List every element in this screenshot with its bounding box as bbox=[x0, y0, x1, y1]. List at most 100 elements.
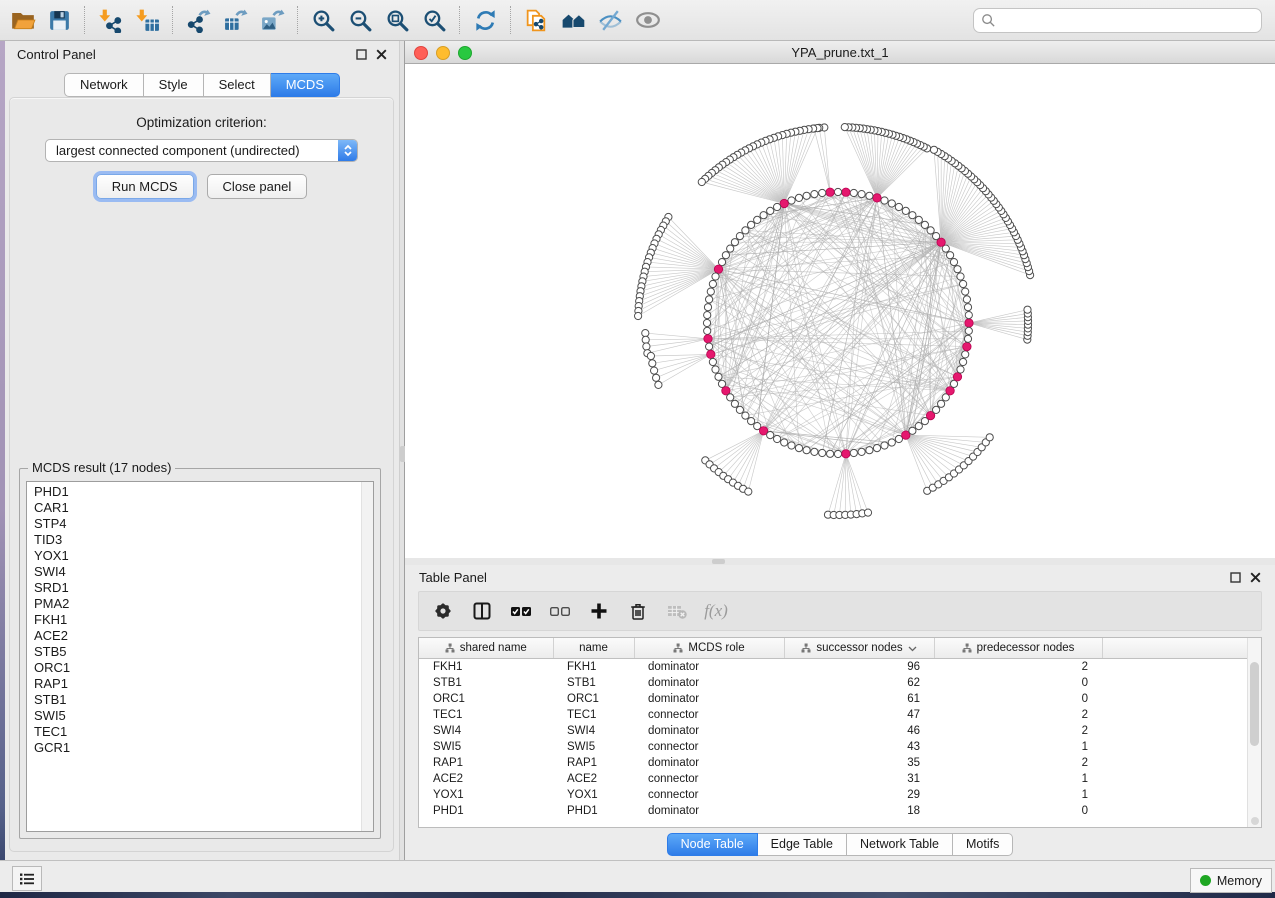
save-session-button[interactable] bbox=[41, 3, 78, 37]
column-header-shared-name[interactable]: shared name bbox=[419, 638, 553, 659]
table-row[interactable]: RAP1RAP1dominator352 bbox=[419, 755, 1249, 771]
tab-network[interactable]: Network bbox=[64, 73, 144, 97]
table-scrollbar-thumb[interactable] bbox=[1250, 662, 1259, 746]
table-row[interactable]: YOX1YOX1connector291 bbox=[419, 787, 1249, 803]
tab-mcds[interactable]: MCDS bbox=[271, 73, 340, 97]
close-panel-icon[interactable] bbox=[376, 49, 387, 60]
optimization-criterion-dropdown[interactable]: largest connected component (undirected) bbox=[45, 139, 358, 162]
open-session-button[interactable] bbox=[4, 3, 41, 37]
table-settings-button[interactable] bbox=[432, 600, 454, 622]
close-panel-icon[interactable] bbox=[1250, 572, 1261, 583]
table-row[interactable]: STB1STB1dominator620 bbox=[419, 675, 1249, 691]
close-window-icon[interactable] bbox=[414, 46, 428, 60]
eye-icon bbox=[635, 7, 661, 33]
mcds-result-group-title: MCDS result (17 nodes) bbox=[28, 460, 175, 475]
mcds-list-scrollbar[interactable] bbox=[361, 482, 373, 831]
delete-table-button[interactable] bbox=[666, 600, 688, 622]
export-table-button[interactable] bbox=[217, 3, 254, 37]
network-overview-button[interactable] bbox=[555, 3, 592, 37]
mcds-result-item[interactable]: STB5 bbox=[27, 644, 373, 660]
scrollbar-dot bbox=[1251, 817, 1259, 825]
refresh-button[interactable] bbox=[467, 3, 504, 37]
splitter-grip[interactable] bbox=[712, 559, 725, 564]
tab-network-table[interactable]: Network Table bbox=[847, 833, 953, 856]
search-input[interactable] bbox=[1001, 10, 1261, 32]
table-row[interactable]: ACE2ACE2connector311 bbox=[419, 771, 1249, 787]
dropdown-selected-value: largest connected component (undirected) bbox=[46, 143, 338, 158]
float-panel-icon[interactable] bbox=[356, 49, 367, 60]
float-panel-icon[interactable] bbox=[1230, 572, 1241, 583]
tab-node-table[interactable]: Node Table bbox=[667, 833, 758, 856]
column-header-mcds-role[interactable]: MCDS role bbox=[634, 638, 784, 659]
tab-select[interactable]: Select bbox=[204, 73, 271, 97]
zoom-out-button[interactable] bbox=[342, 3, 379, 37]
mcds-result-item[interactable]: ORC1 bbox=[27, 660, 373, 676]
mcds-result-item[interactable]: SRD1 bbox=[27, 580, 373, 596]
show-graphics-button[interactable] bbox=[629, 3, 666, 37]
deselect-all-button[interactable] bbox=[549, 600, 571, 622]
show-panels-button[interactable] bbox=[12, 866, 42, 891]
run-mcds-button[interactable]: Run MCDS bbox=[96, 174, 194, 199]
zoom-selected-button[interactable] bbox=[416, 3, 453, 37]
table-row[interactable]: SWI5SWI5connector431 bbox=[419, 739, 1249, 755]
search-box[interactable] bbox=[973, 8, 1262, 33]
export-network-button[interactable] bbox=[180, 3, 217, 37]
table-row[interactable]: TEC1TEC1connector472 bbox=[419, 707, 1249, 723]
mcds-result-item[interactable]: RAP1 bbox=[27, 676, 373, 692]
table-row[interactable]: SWI4SWI4dominator462 bbox=[419, 723, 1249, 739]
dropdown-stepper[interactable] bbox=[338, 140, 357, 161]
table-row[interactable]: PHD1PHD1dominator180 bbox=[419, 803, 1249, 819]
network-window-title: YPA_prune.txt_1 bbox=[791, 45, 888, 60]
mcds-result-item[interactable]: ACE2 bbox=[27, 628, 373, 644]
mcds-result-item[interactable]: YOX1 bbox=[27, 548, 373, 564]
hierarchy-icon bbox=[445, 643, 455, 653]
column-header-successor-nodes[interactable]: successor nodes bbox=[784, 638, 934, 659]
function-builder-button[interactable]: f(x) bbox=[705, 600, 727, 622]
minimize-window-icon[interactable] bbox=[436, 46, 450, 60]
network-window-titlebar[interactable]: YPA_prune.txt_1 bbox=[405, 41, 1275, 64]
delete-column-button[interactable] bbox=[627, 600, 649, 622]
mcds-result-item[interactable]: PMA2 bbox=[27, 596, 373, 612]
clone-network-button[interactable] bbox=[518, 3, 555, 37]
hide-graphics-button[interactable] bbox=[592, 3, 629, 37]
network-canvas[interactable] bbox=[405, 64, 1275, 558]
mcds-result-item[interactable]: SWI5 bbox=[27, 708, 373, 724]
table-header-row: shared name name MCDS role successor nod… bbox=[419, 638, 1249, 659]
mcds-result-item[interactable]: STP4 bbox=[27, 516, 373, 532]
toolbar-separator bbox=[172, 6, 174, 34]
column-header-name[interactable]: name bbox=[553, 638, 634, 659]
checked-boxes-icon bbox=[510, 601, 532, 621]
show-columns-button[interactable] bbox=[471, 600, 493, 622]
tab-style[interactable]: Style bbox=[144, 73, 204, 97]
table-row[interactable]: FKH1FKH1dominator962 bbox=[419, 659, 1249, 676]
mcds-result-item[interactable]: PHD1 bbox=[27, 484, 373, 500]
import-table-button[interactable] bbox=[129, 3, 166, 37]
memory-button[interactable]: Memory bbox=[1190, 868, 1272, 893]
mcds-result-item[interactable]: TID3 bbox=[27, 532, 373, 548]
column-header-predecessor-nodes[interactable]: predecessor nodes bbox=[934, 638, 1102, 659]
mcds-result-item[interactable]: SWI4 bbox=[27, 564, 373, 580]
mcds-result-item[interactable]: STB1 bbox=[27, 692, 373, 708]
tab-motifs[interactable]: Motifs bbox=[953, 833, 1013, 856]
mcds-result-item[interactable]: TEC1 bbox=[27, 724, 373, 740]
zoom-in-button[interactable] bbox=[305, 3, 342, 37]
mcds-result-item[interactable]: GCR1 bbox=[27, 740, 373, 756]
mcds-result-item[interactable]: FKH1 bbox=[27, 612, 373, 628]
chevron-down-icon bbox=[908, 645, 917, 652]
horizontal-splitter[interactable] bbox=[405, 558, 1275, 565]
table-scrollbar[interactable] bbox=[1247, 638, 1261, 827]
select-all-button[interactable] bbox=[510, 600, 532, 622]
table-row[interactable]: ORC1ORC1dominator610 bbox=[419, 691, 1249, 707]
create-column-button[interactable] bbox=[588, 600, 610, 622]
zoom-fit-button[interactable] bbox=[379, 3, 416, 37]
import-network-button[interactable] bbox=[92, 3, 129, 37]
maximize-window-icon[interactable] bbox=[458, 46, 472, 60]
table-delete-icon bbox=[666, 601, 688, 621]
tab-edge-table[interactable]: Edge Table bbox=[758, 833, 847, 856]
export-image-button[interactable] bbox=[254, 3, 291, 37]
mcds-result-item[interactable]: CAR1 bbox=[27, 500, 373, 516]
close-panel-button[interactable]: Close panel bbox=[207, 174, 308, 199]
zoom-selected-icon bbox=[422, 8, 447, 33]
mcds-result-list[interactable]: PHD1CAR1STP4TID3YOX1SWI4SRD1PMA2FKH1ACE2… bbox=[26, 481, 374, 832]
export-network-icon bbox=[186, 8, 211, 33]
